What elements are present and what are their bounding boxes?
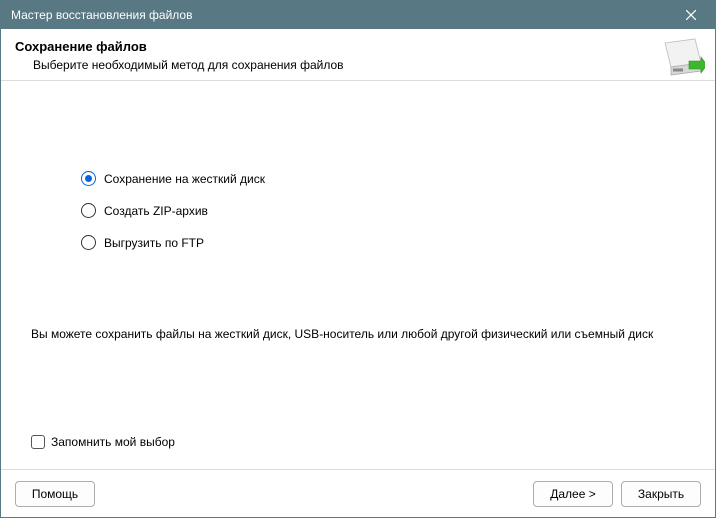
radio-icon — [81, 171, 96, 186]
radio-label: Создать ZIP-архив — [104, 204, 208, 218]
titlebar: Мастер восстановления файлов — [1, 1, 715, 29]
window-title: Мастер восстановления файлов — [11, 8, 673, 22]
close-button[interactable]: Закрыть — [621, 481, 701, 507]
page-title: Сохранение файлов — [15, 39, 701, 54]
save-method-group: Сохранение на жесткий диск Создать ZIP-а… — [81, 171, 685, 267]
radio-label: Выгрузить по FTP — [104, 236, 204, 250]
next-button[interactable]: Далее > — [533, 481, 613, 507]
radio-icon — [81, 235, 96, 250]
remember-choice-checkbox[interactable]: Запомнить мой выбор — [31, 435, 175, 449]
wizard-content: Сохранение на жесткий диск Создать ZIP-а… — [1, 81, 715, 469]
hdd-save-icon — [661, 37, 705, 81]
radio-upload-ftp[interactable]: Выгрузить по FTP — [81, 235, 685, 250]
radio-create-zip[interactable]: Создать ZIP-архив — [81, 203, 685, 218]
radio-save-hdd[interactable]: Сохранение на жесткий диск — [81, 171, 685, 186]
help-button[interactable]: Помощь — [15, 481, 95, 507]
method-description: Вы можете сохранить файлы на жесткий дис… — [31, 327, 685, 341]
wizard-window: Мастер восстановления файлов Сохранение … — [0, 0, 716, 518]
radio-label: Сохранение на жесткий диск — [104, 172, 265, 186]
wizard-header: Сохранение файлов Выберите необходимый м… — [1, 29, 715, 81]
checkbox-label: Запомнить мой выбор — [51, 435, 175, 449]
checkbox-icon — [31, 435, 45, 449]
radio-icon — [81, 203, 96, 218]
page-subtitle: Выберите необходимый метод для сохранени… — [15, 58, 701, 72]
wizard-footer: Помощь Далее > Закрыть — [1, 469, 715, 517]
close-icon[interactable] — [673, 4, 709, 26]
